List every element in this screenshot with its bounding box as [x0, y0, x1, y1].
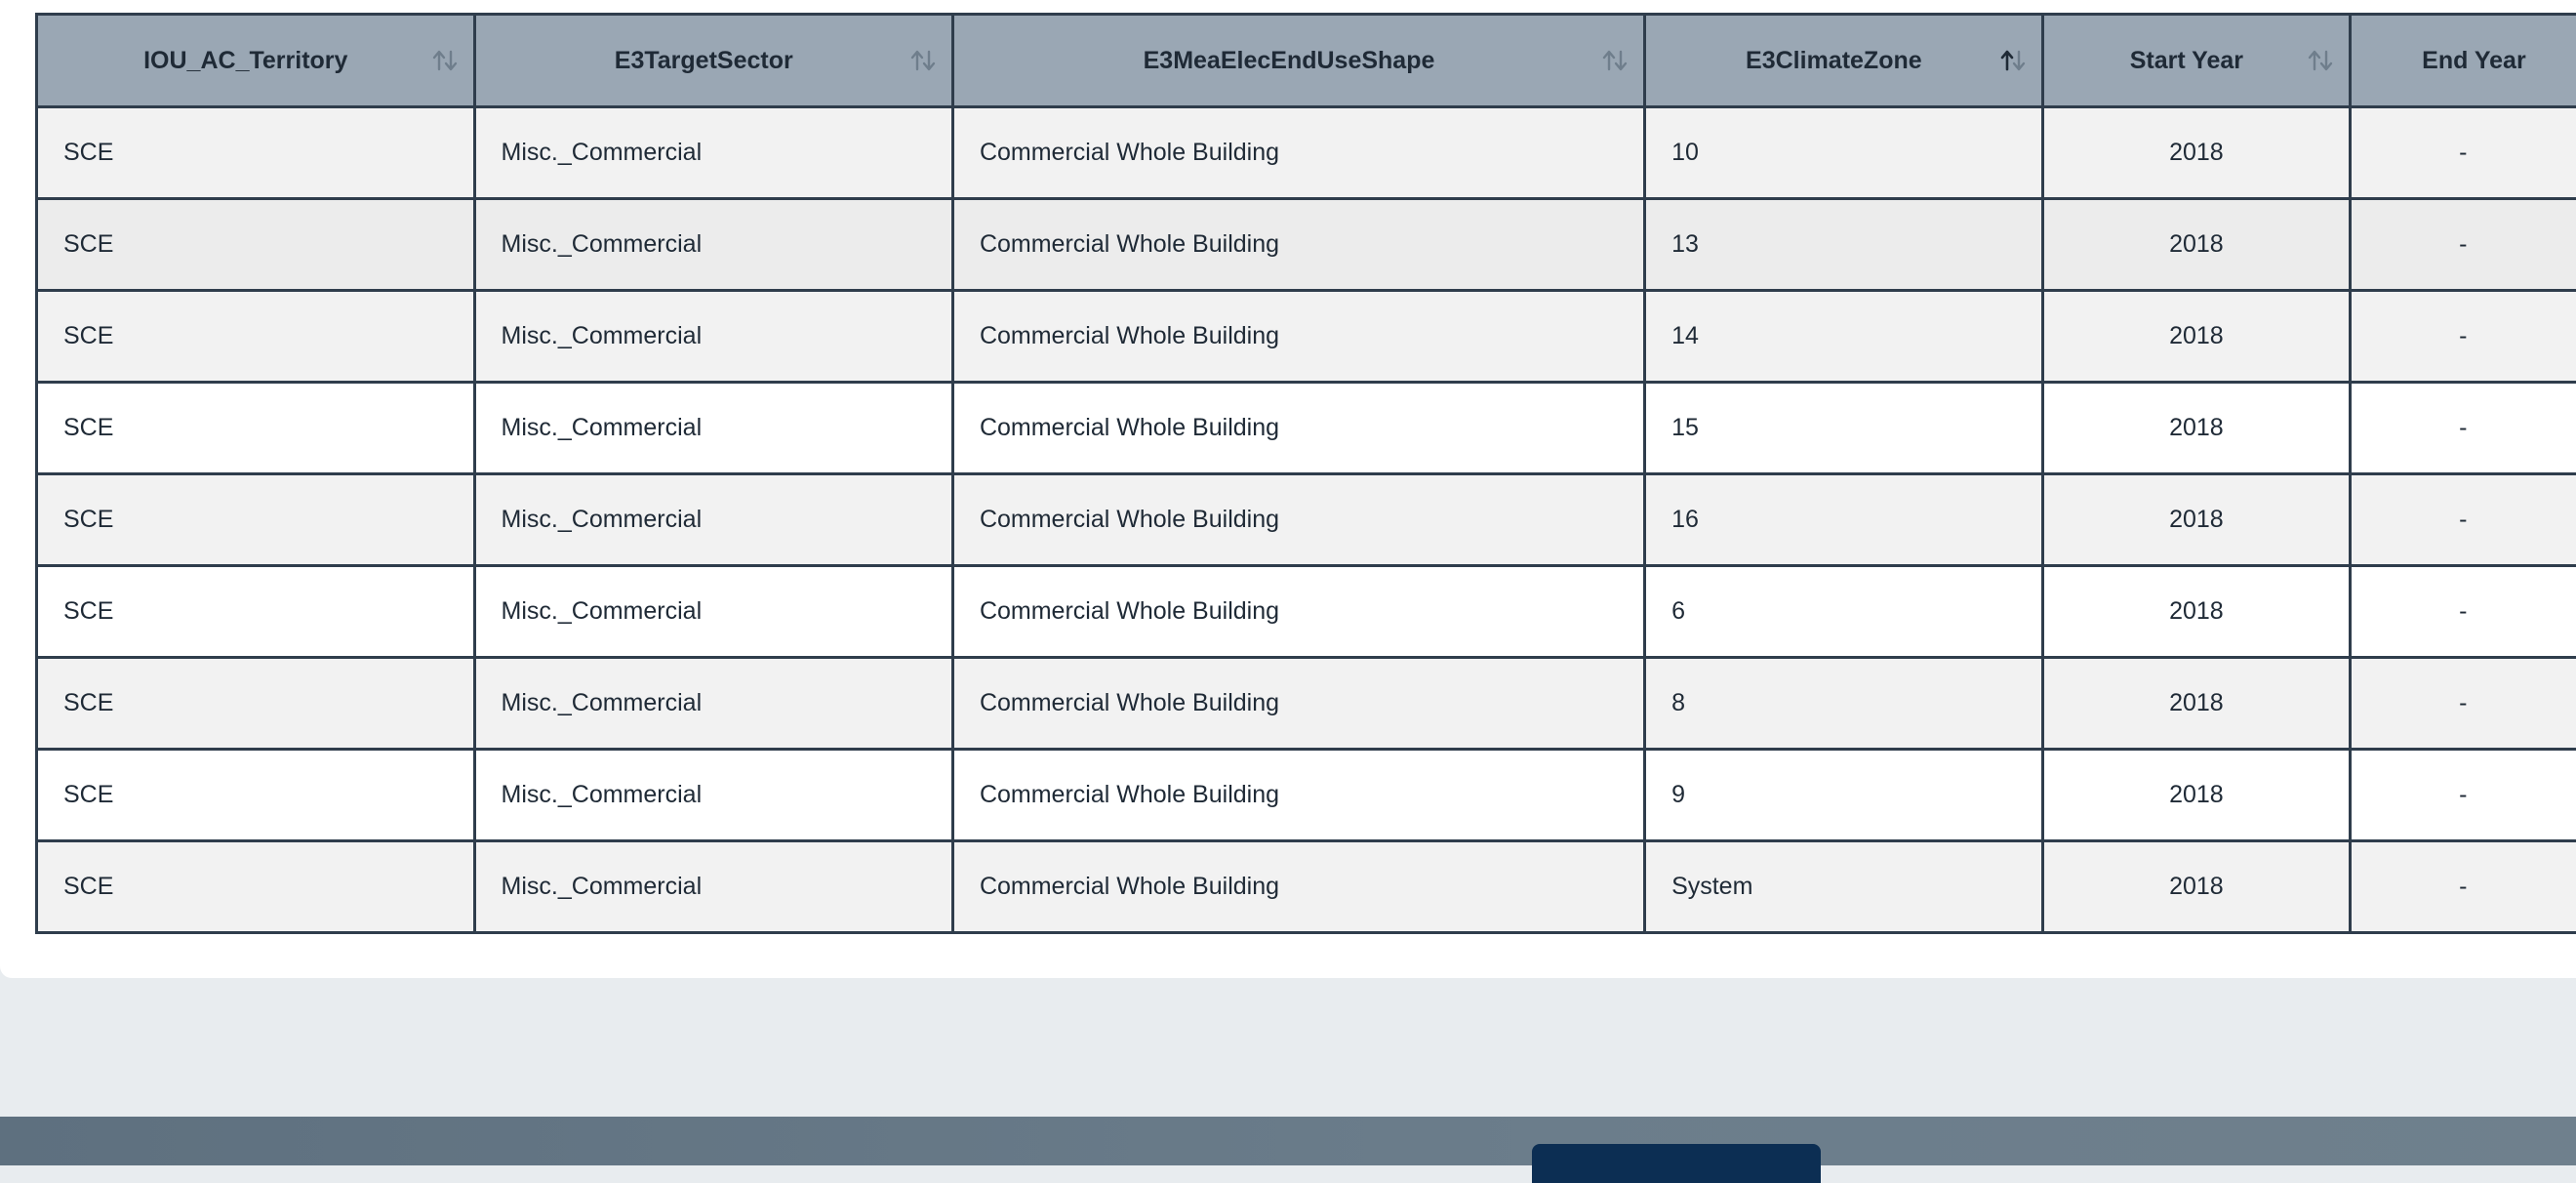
cell-target-sector: Misc._Commercial	[474, 383, 952, 474]
cell-territory: SCE	[37, 291, 475, 383]
cell-end-use-shape: Commercial Whole Building	[952, 107, 1644, 199]
cell-end-use-shape: Commercial Whole Building	[952, 566, 1644, 658]
cell-start-year: 2018	[2042, 474, 2351, 566]
cell-start-year: 2018	[2042, 107, 2351, 199]
cell-end-year: -	[2351, 291, 2576, 383]
cell-target-sector: Misc._Commercial	[474, 474, 952, 566]
cell-end-use-shape: Commercial Whole Building	[952, 658, 1644, 750]
cell-target-sector: Misc._Commercial	[474, 566, 952, 658]
cell-climate-zone: 6	[1645, 566, 2043, 658]
cell-target-sector: Misc._Commercial	[474, 658, 952, 750]
column-header-start-year[interactable]: Start Year	[2042, 15, 2351, 107]
column-header-e3-climate-zone[interactable]: E3ClimateZone	[1645, 15, 2043, 107]
column-header-label: E3ClimateZone	[1746, 47, 1922, 74]
cell-climate-zone: 8	[1645, 658, 2043, 750]
table-card: IOU_AC_Territory E3TargetSector	[0, 0, 2576, 978]
cell-end-use-shape: Commercial Whole Building	[952, 199, 1644, 291]
cell-climate-zone: 9	[1645, 750, 2043, 841]
table-row[interactable]: SCE Misc._Commercial Commercial Whole Bu…	[37, 474, 2576, 566]
table-row[interactable]: SCE Misc._Commercial Commercial Whole Bu…	[37, 658, 2576, 750]
table-row[interactable]: SCE Misc._Commercial Commercial Whole Bu…	[37, 199, 2576, 291]
cell-start-year: 2018	[2042, 566, 2351, 658]
cell-territory: SCE	[37, 474, 475, 566]
column-header-label: E3MeaElecEndUseShape	[1144, 47, 1435, 74]
column-header-label: Start Year	[2130, 47, 2243, 74]
column-header-label: IOU_AC_Territory	[143, 47, 347, 74]
cell-end-year: -	[2351, 107, 2576, 199]
cell-climate-zone: 14	[1645, 291, 2043, 383]
cell-end-year: -	[2351, 474, 2576, 566]
cell-end-year: -	[2351, 658, 2576, 750]
table-row[interactable]: SCE Misc._Commercial Commercial Whole Bu…	[37, 383, 2576, 474]
cell-start-year: 2018	[2042, 291, 2351, 383]
cell-territory: SCE	[37, 658, 475, 750]
cell-start-year: 2018	[2042, 199, 2351, 291]
cell-territory: SCE	[37, 841, 475, 933]
cell-start-year: 2018	[2042, 383, 2351, 474]
table-row[interactable]: SCE Misc._Commercial Commercial Whole Bu…	[37, 107, 2576, 199]
data-table: IOU_AC_Territory E3TargetSector	[35, 13, 2576, 934]
footer-bar	[0, 1117, 2576, 1165]
cell-target-sector: Misc._Commercial	[474, 291, 952, 383]
cell-start-year: 2018	[2042, 841, 2351, 933]
cell-target-sector: Misc._Commercial	[474, 750, 952, 841]
cell-target-sector: Misc._Commercial	[474, 199, 952, 291]
column-header-e3-target-sector[interactable]: E3TargetSector	[474, 15, 952, 107]
cell-end-year: -	[2351, 750, 2576, 841]
cell-target-sector: Misc._Commercial	[474, 107, 952, 199]
cell-climate-zone: 16	[1645, 474, 2043, 566]
column-header-end-year[interactable]: End Year	[2351, 15, 2576, 107]
sort-icon[interactable]	[430, 48, 460, 73]
cell-start-year: 2018	[2042, 750, 2351, 841]
column-header-iou-ac-territory[interactable]: IOU_AC_Territory	[37, 15, 475, 107]
cell-end-year: -	[2351, 841, 2576, 933]
cell-climate-zone: 13	[1645, 199, 2043, 291]
column-header-label: End Year	[2422, 47, 2526, 74]
table-row[interactable]: SCE Misc._Commercial Commercial Whole Bu…	[37, 750, 2576, 841]
table-container: IOU_AC_Territory E3TargetSector	[35, 13, 2576, 934]
column-header-e3-mea-elec-end-use-shape[interactable]: E3MeaElecEndUseShape	[952, 15, 1644, 107]
cell-end-use-shape: Commercial Whole Building	[952, 291, 1644, 383]
cell-climate-zone: 10	[1645, 107, 2043, 199]
cell-end-year: -	[2351, 199, 2576, 291]
cell-target-sector: Misc._Commercial	[474, 841, 952, 933]
cell-end-use-shape: Commercial Whole Building	[952, 383, 1644, 474]
cell-territory: SCE	[37, 107, 475, 199]
table-header-row: IOU_AC_Territory E3TargetSector	[37, 15, 2576, 107]
sort-icon[interactable]	[2306, 48, 2335, 73]
cell-end-year: -	[2351, 566, 2576, 658]
column-header-label: E3TargetSector	[615, 47, 793, 74]
cell-end-use-shape: Commercial Whole Building	[952, 474, 1644, 566]
sort-icon[interactable]	[908, 48, 938, 73]
sort-icon[interactable]	[1600, 48, 1630, 73]
cell-territory: SCE	[37, 383, 475, 474]
cell-territory: SCE	[37, 199, 475, 291]
cell-end-use-shape: Commercial Whole Building	[952, 841, 1644, 933]
table-row[interactable]: SCE Misc._Commercial Commercial Whole Bu…	[37, 291, 2576, 383]
table-row[interactable]: SCE Misc._Commercial Commercial Whole Bu…	[37, 566, 2576, 658]
cell-territory: SCE	[37, 750, 475, 841]
cell-start-year: 2018	[2042, 658, 2351, 750]
sort-asc-icon[interactable]	[1998, 48, 2028, 73]
cell-end-use-shape: Commercial Whole Building	[952, 750, 1644, 841]
table-row[interactable]: SCE Misc._Commercial Commercial Whole Bu…	[37, 841, 2576, 933]
cell-climate-zone: 15	[1645, 383, 2043, 474]
cell-territory: SCE	[37, 566, 475, 658]
cell-climate-zone: System	[1645, 841, 2043, 933]
footer-button[interactable]	[1532, 1144, 1821, 1183]
cell-end-year: -	[2351, 383, 2576, 474]
